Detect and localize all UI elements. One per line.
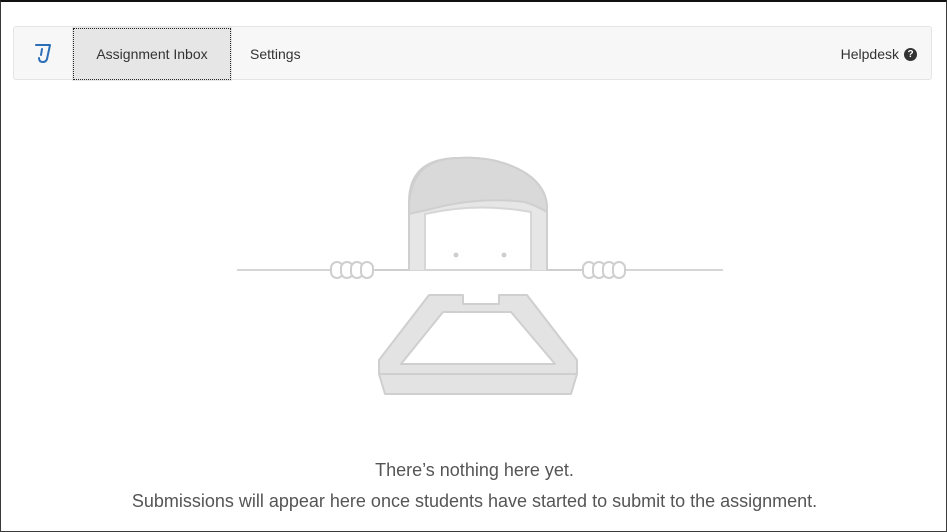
- empty-inbox-illustration: [237, 156, 723, 395]
- empty-state-title: There’s nothing here yet.: [375, 460, 574, 480]
- tab-label: Settings: [250, 46, 301, 62]
- helpdesk-label: Helpdesk: [840, 46, 899, 62]
- character-eye-left: [453, 252, 459, 258]
- character-face: [424, 206, 532, 271]
- character-hand-right: [547, 261, 626, 279]
- app-frame: Assignment Inbox Settings Helpdesk ? The…: [0, 0, 947, 532]
- tab-assignment-inbox[interactable]: Assignment Inbox: [72, 27, 232, 81]
- inbox-tray: [378, 294, 578, 395]
- question-circle-icon: ?: [904, 47, 917, 61]
- navbar: Assignment Inbox Settings Helpdesk ?: [13, 26, 932, 81]
- tab-label: Assignment Inbox: [96, 46, 208, 62]
- character-hand-left: [330, 261, 409, 279]
- empty-state-subtitle: Submissions will appear here once studen…: [131, 491, 818, 511]
- turnitin-logo-icon[interactable]: [30, 40, 56, 66]
- tab-settings[interactable]: Settings: [234, 27, 317, 81]
- character-eye-right: [501, 252, 507, 258]
- helpdesk-link[interactable]: Helpdesk ?: [841, 27, 917, 81]
